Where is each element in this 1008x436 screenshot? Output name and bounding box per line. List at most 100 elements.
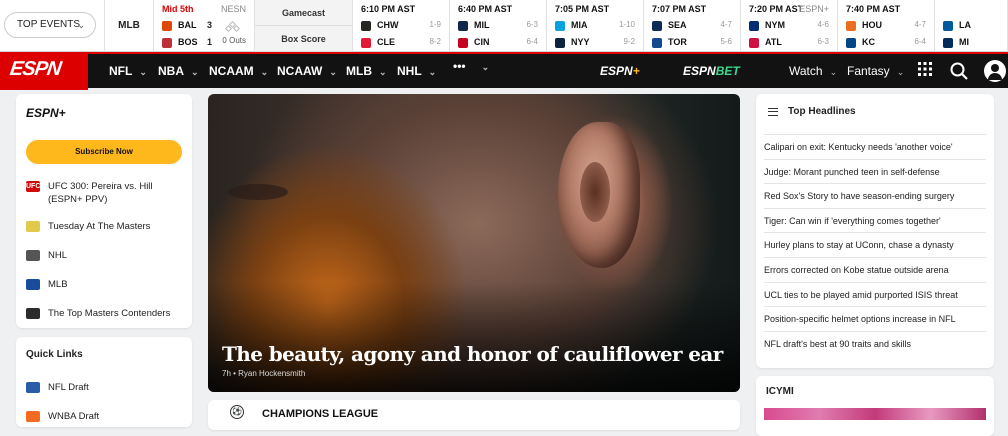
chevron-down-icon: ⌄ (428, 67, 437, 77)
team-record: 4-7 (914, 20, 926, 29)
game-card[interactable]: 7:05 PM AST MIA 1-10 NYY 9-2 (547, 0, 644, 52)
masters-icon (26, 221, 40, 232)
hero-story[interactable]: The beauty, agony and honor of cauliflow… (208, 94, 740, 392)
league-label[interactable]: MLB (104, 0, 154, 52)
game-card[interactable]: 7:20 PM AST ESPN+ NYM 4-6 ATL 6-3 (741, 0, 838, 52)
team-logo-icon (652, 20, 662, 31)
espn-plus-link[interactable]: ESPN+ (600, 54, 640, 88)
team-abbr: BAL (178, 20, 197, 30)
team-logo-icon (361, 37, 371, 48)
headline-link[interactable]: NFL draft's best at 90 traits and skills (764, 330, 986, 356)
nav-item-nba[interactable]: NBA ⌄ (158, 54, 199, 88)
headline-link[interactable]: UCL ties to be played amid purported ISI… (764, 281, 986, 307)
espn-plus-link[interactable]: Tuesday At The Masters (26, 220, 186, 233)
game-time: 6:40 PM AST (458, 4, 513, 14)
team-row: SEA 4-7 (652, 18, 732, 32)
team-row: NYM 4-6 (749, 18, 829, 32)
team-row: KC 6-4 (846, 35, 926, 49)
team-abbr: BOS (178, 37, 198, 47)
top-headlines-card: Top Headlines Calipari on exit: Kentucky… (756, 94, 994, 368)
brand-text: ESPN (600, 64, 633, 78)
team-abbr: NYM (765, 20, 785, 30)
team-logo-icon (749, 20, 759, 31)
team-record: 6-3 (526, 20, 538, 29)
chevron-down-icon: ⌄ (260, 67, 269, 77)
game-card[interactable]: 7:07 PM AST SEA 4-7 TOR 5-6 (644, 0, 741, 52)
team-record: 1-9 (429, 20, 441, 29)
headline-link[interactable]: Position-specific helmet options increas… (764, 306, 986, 331)
espn-plus-link[interactable]: MLB (26, 278, 186, 291)
quick-link[interactable]: NFL Draft (26, 381, 186, 394)
quick-link[interactable]: WNBA Draft (26, 410, 186, 423)
nav-more-button[interactable]: ••• ⌄ (453, 49, 489, 83)
nav-label: NHL (397, 64, 422, 78)
box-score-button[interactable]: Box Score (255, 26, 352, 52)
team-abbr: ATL (765, 37, 782, 47)
outs-count: 0 Outs (222, 36, 246, 45)
link-label: NHL (48, 250, 68, 261)
team-score: 3 (206, 20, 212, 30)
headline-link[interactable]: Judge: Morant punched teen in self-defen… (764, 158, 986, 184)
ufc-icon: UFC (26, 181, 41, 192)
headline-link[interactable]: Errors corrected on Kobe statue outside … (764, 257, 986, 282)
headline-link[interactable]: Hurley plans to stay at UConn, chase a d… (764, 232, 986, 257)
nav-label: Fantasy (847, 64, 890, 78)
game-card[interactable]: 7:40 PM AST HOU 4-7 KC 6-4 (838, 0, 935, 52)
game-card[interactable]: 6:10 PM AST CHW 1-9 CLE 8-2 (353, 0, 450, 52)
hero-headline[interactable]: The beauty, agony and honor of cauliflow… (222, 342, 723, 366)
headline-link[interactable]: Red Sox's Story to have season-ending su… (764, 183, 986, 208)
champions-league-card[interactable]: ⚽ CHAMPIONS LEAGUE (208, 400, 740, 430)
team-abbr: TOR (668, 37, 687, 47)
espn-plus-link[interactable]: UFC UFC 300: Pereira vs. Hill (ESPN+ PPV) (26, 180, 186, 206)
nav-label: NCAAM (209, 64, 254, 78)
nav-item-ncaaw[interactable]: NCAAW ⌄ (277, 54, 337, 88)
nav-label: NFL (109, 64, 133, 78)
team-row: CHW 1-9 (361, 18, 441, 32)
team-record: 6-4 (526, 37, 538, 46)
profile-avatar-icon[interactable] (984, 60, 1006, 82)
team-logo-icon (652, 37, 662, 48)
game-card[interactable]: LA MI (935, 0, 1008, 52)
more-dots-icon: ••• (453, 59, 466, 73)
team-abbr: HOU (862, 20, 882, 30)
team-record: 6-3 (817, 37, 829, 46)
watch-link[interactable]: Watch ⌄ (789, 54, 837, 88)
nav-item-nhl[interactable]: NHL ⌄ (397, 54, 436, 88)
apps-grid-icon[interactable] (916, 62, 934, 80)
game-time: 7:20 PM AST (749, 4, 804, 14)
team-row: BOS 1 (162, 35, 212, 49)
plus-mark: + (632, 64, 640, 78)
icymi-card: ICYMI (756, 376, 994, 436)
headline-link[interactable]: Tiger: Can win if 'everything comes toge… (764, 207, 986, 233)
top-events-dropdown[interactable]: TOP EVENTS ⌄ (4, 12, 96, 38)
espn-bet-link[interactable]: ESPNBET (683, 54, 740, 88)
espn-logo[interactable]: ESPN (0, 52, 88, 90)
nav-item-mlb[interactable]: MLB ⌄ (346, 54, 387, 88)
espn-plus-link[interactable]: The Top Masters Contenders (26, 307, 186, 320)
wnba-draft-icon (26, 411, 40, 422)
team-logo-icon (555, 37, 565, 48)
chevron-down-icon: ⌄ (896, 67, 905, 77)
team-logo-icon (458, 37, 468, 48)
headline-link[interactable]: Calipari on exit: Kentucky needs 'anothe… (764, 134, 986, 159)
nhl-icon (26, 250, 40, 261)
game-links: Gamecast Box Score (255, 0, 353, 52)
chevron-down-icon: ⌄ (139, 67, 147, 77)
nav-item-nfl[interactable]: NFL ⌄ (109, 54, 147, 88)
subscribe-button[interactable]: Subscribe Now (26, 140, 182, 164)
nav-item-ncaam[interactable]: NCAAM ⌄ (209, 54, 268, 88)
search-icon[interactable] (950, 62, 968, 80)
team-logo-icon (846, 20, 856, 31)
team-row: MIA 1-10 (555, 18, 635, 32)
icymi-thumbnail[interactable] (764, 408, 986, 420)
scoreboard-strip: TOP EVENTS ⌄ MLB Mid 5th NESN BAL 3 BOS … (0, 0, 1008, 52)
nav-label: NCAAW (277, 64, 323, 78)
live-game-card[interactable]: Mid 5th NESN BAL 3 BOS 1 0 Outs (154, 0, 255, 52)
espn-plus-link[interactable]: NHL (26, 249, 186, 262)
gamecast-button[interactable]: Gamecast (255, 0, 352, 26)
team-logo-icon (749, 37, 759, 48)
fantasy-link[interactable]: Fantasy ⌄ (847, 54, 904, 88)
game-card[interactable]: 6:40 PM AST MIL 6-3 CIN 6-4 (450, 0, 547, 52)
link-label: MLB (48, 279, 68, 290)
team-record: 5-6 (720, 37, 732, 46)
